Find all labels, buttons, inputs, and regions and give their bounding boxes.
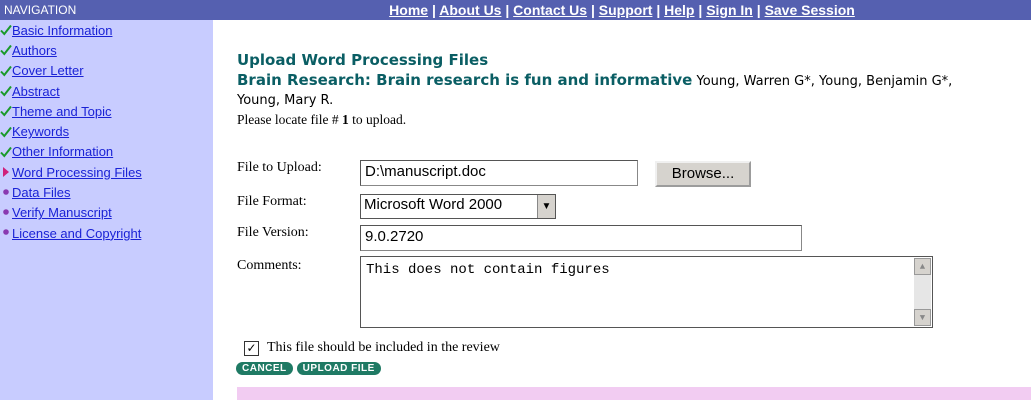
sidebar-item-label[interactable]: Verify Manuscript	[12, 205, 112, 220]
footer-bar	[237, 387, 1031, 400]
main-content: Upload Word Processing Files Brain Resea…	[237, 50, 1017, 128]
sidebar-item-authors[interactable]: Authors	[0, 40, 213, 60]
bullet-dot-icon	[0, 208, 12, 218]
nav-separator: |	[501, 2, 514, 18]
nav-separator: |	[752, 2, 765, 18]
check-icon	[0, 24, 12, 36]
nav-separator: |	[694, 2, 707, 18]
file-version-input[interactable]: 9.0.2720	[360, 225, 802, 251]
top-link-about-us[interactable]: About Us	[439, 2, 501, 18]
nav-separator: |	[587, 2, 599, 18]
scroll-down-icon[interactable]: ▼	[914, 309, 931, 326]
sidebar-item-cover-letter[interactable]: Cover Letter	[0, 61, 213, 81]
file-format-select[interactable]: Microsoft Word 2000 ▼	[360, 194, 556, 219]
bullet-dot-icon	[0, 188, 12, 198]
top-link-help[interactable]: Help	[664, 2, 694, 18]
sidebar-item-label[interactable]: Word Processing Files	[12, 165, 142, 180]
instruction-prefix: Please locate file #	[237, 112, 339, 127]
sidebar-item-verify-manuscript[interactable]: Verify Manuscript	[0, 203, 213, 223]
check-icon	[0, 85, 12, 97]
action-buttons: CANCEL UPLOAD FILE	[236, 362, 381, 375]
check-icon	[0, 44, 12, 56]
sidebar-item-basic-information[interactable]: Basic Information	[0, 20, 213, 40]
nav-separator: |	[428, 2, 440, 18]
check-icon	[0, 126, 12, 138]
sidebar-item-license-and-copyright[interactable]: License and Copyright	[0, 223, 213, 243]
nav-list: Basic Information Authors Cover Letter Abst…	[0, 20, 213, 243]
comments-text: This does not contain figures	[366, 262, 610, 278]
upload-file-button[interactable]: UPLOAD FILE	[296, 362, 381, 375]
file-format-value: Microsoft Word 2000	[364, 196, 503, 213]
sidebar-item-label[interactable]: Cover Letter	[12, 63, 84, 78]
sidebar-item-label[interactable]: Other Information	[12, 144, 113, 159]
upload-instruction: Please locate file # 1 to upload.	[237, 112, 1017, 128]
sidebar-item-label[interactable]: Data Files	[12, 185, 71, 200]
review-checkbox-row: ✓ This file should be included in the re…	[244, 340, 500, 356]
cancel-button[interactable]: CANCEL	[236, 362, 293, 375]
nav-header: NAVIGATION	[0, 0, 213, 20]
sidebar-item-other-information[interactable]: Other Information	[0, 142, 213, 162]
file-path-input[interactable]: D:\manuscript.doc	[360, 160, 638, 186]
comments-textarea[interactable]: This does not contain figures ▲ ▼	[360, 256, 933, 328]
scroll-up-icon[interactable]: ▲	[914, 258, 931, 275]
comments-scrollbar[interactable]: ▲ ▼	[914, 258, 931, 326]
sidebar: NAVIGATION Basic Information Authors Cover…	[0, 0, 213, 400]
sidebar-item-label[interactable]: Abstract	[12, 84, 60, 99]
top-link-home[interactable]: Home	[389, 2, 428, 18]
page-title: Upload Word Processing Files	[237, 51, 489, 69]
current-step-arrow-icon	[0, 166, 12, 178]
top-link-sign-in[interactable]: Sign In	[706, 2, 753, 18]
sidebar-item-keywords[interactable]: Keywords	[0, 121, 213, 141]
file-number: 1	[341, 112, 349, 127]
sidebar-item-data-files[interactable]: Data Files	[0, 182, 213, 202]
chevron-down-icon[interactable]: ▼	[537, 195, 555, 218]
sidebar-item-label[interactable]: Keywords	[12, 124, 69, 139]
file-to-upload-label: File to Upload:	[237, 160, 322, 175]
nav-separator: |	[652, 2, 665, 18]
sidebar-item-theme-and-topic[interactable]: Theme and Topic	[0, 101, 213, 121]
comments-label: Comments:	[237, 258, 302, 273]
sidebar-item-label[interactable]: License and Copyright	[12, 226, 141, 241]
top-link-contact-us[interactable]: Contact Us	[513, 2, 587, 18]
sidebar-item-label[interactable]: Basic Information	[12, 23, 112, 38]
sidebar-item-label[interactable]: Authors	[12, 43, 57, 58]
top-nav-bar: Home | About Us | Contact Us | Support |…	[213, 0, 1031, 20]
sidebar-item-label[interactable]: Theme and Topic	[12, 104, 112, 119]
sidebar-item-abstract[interactable]: Abstract	[0, 81, 213, 101]
check-icon	[0, 146, 12, 158]
sidebar-item-word-processing-files[interactable]: Word Processing Files	[0, 162, 213, 182]
file-format-label: File Format:	[237, 194, 307, 209]
manuscript-info: Brain Research: Brain research is fun an…	[237, 71, 997, 110]
check-icon	[0, 65, 12, 77]
top-link-support[interactable]: Support	[599, 2, 653, 18]
instruction-suffix: to upload.	[352, 112, 407, 127]
file-version-label: File Version:	[237, 225, 309, 240]
browse-button[interactable]: Browse...	[655, 161, 751, 187]
manuscript-title: Brain Research: Brain research is fun an…	[237, 71, 693, 89]
review-checkbox-label: This file should be included in the revi…	[267, 340, 500, 355]
check-icon	[0, 105, 12, 117]
review-checkbox[interactable]: ✓	[244, 340, 259, 356]
bullet-dot-icon	[0, 228, 12, 238]
top-link-save-session[interactable]: Save Session	[765, 2, 855, 18]
